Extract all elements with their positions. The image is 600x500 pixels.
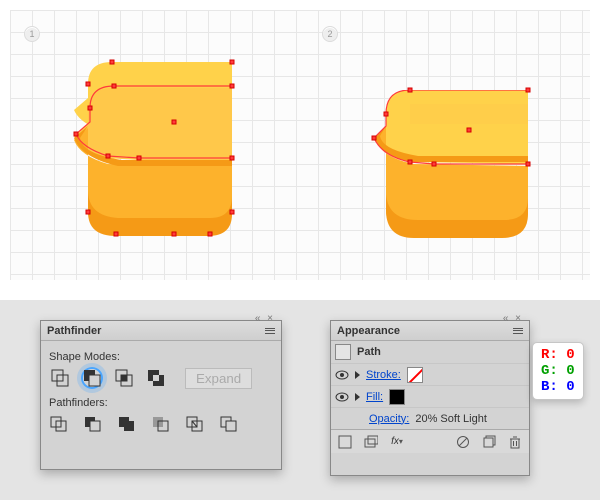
step-badge-2: 2 (322, 26, 338, 42)
fill-row[interactable]: Fill: (331, 385, 529, 407)
pathfinder-minus-back-icon[interactable] (219, 415, 239, 433)
pathfinder-trim-icon[interactable] (83, 415, 103, 433)
pathfinder-panel[interactable]: « × Pathfinder Shape Modes: Expand Pathf… (40, 320, 282, 470)
appearance-item-row[interactable]: Path (331, 341, 529, 363)
rgb-r-value: R: 0 (541, 347, 575, 363)
expand-triangle-icon[interactable] (355, 393, 360, 401)
opacity-row[interactable]: Opacity: 20% Soft Light (331, 407, 529, 429)
shape-mode-unite-icon[interactable] (49, 367, 71, 389)
opacity-label[interactable]: Opacity: (369, 413, 409, 425)
stroke-swatch-none-icon[interactable] (407, 367, 423, 383)
layers-icon[interactable] (363, 434, 379, 450)
vector-shape-2 (374, 90, 528, 240)
fx-icon[interactable]: fx▾ (389, 434, 405, 450)
rgb-g-value: G: 0 (541, 363, 575, 379)
pathfinder-merge-icon[interactable] (117, 415, 137, 433)
fill-label[interactable]: Fill: (366, 391, 383, 403)
shape-mode-exclude-icon[interactable] (145, 367, 167, 389)
appearance-panel[interactable]: « × Appearance Path Stroke: Fill: (330, 320, 530, 476)
appearance-panel-header[interactable]: Appearance (331, 321, 529, 341)
trash-icon[interactable] (507, 434, 523, 450)
artboard-grid: 1 2 (0, 0, 600, 280)
panels-strip: « × Pathfinder Shape Modes: Expand Pathf… (0, 300, 600, 500)
shape-mode-intersect-icon[interactable] (113, 367, 135, 389)
panel-menu-icon[interactable] (263, 324, 277, 338)
panel-menu-icon[interactable] (511, 324, 525, 338)
pathfinder-divide-icon[interactable] (49, 415, 69, 433)
new-art-icon[interactable] (337, 434, 353, 450)
duplicate-icon[interactable] (481, 434, 497, 450)
pathfinder-title: Pathfinder (47, 325, 101, 337)
appearance-title: Appearance (337, 325, 400, 337)
stroke-label[interactable]: Stroke: (366, 369, 401, 381)
visibility-eye-icon[interactable] (335, 368, 349, 382)
visibility-eye-icon[interactable] (335, 390, 349, 404)
pathfinder-outline-icon[interactable] (185, 415, 205, 433)
vector-shape-1 (74, 62, 232, 242)
shape-modes-label: Shape Modes: (49, 351, 273, 363)
rgb-b-value: B: 0 (541, 379, 575, 395)
rgb-tooltip: R: 0 G: 0 B: 0 (532, 342, 584, 400)
item-thumbnail-icon (335, 344, 351, 360)
appearance-footer: fx▾ (331, 429, 529, 453)
pathfinder-crop-icon[interactable] (151, 415, 171, 433)
pathfinder-panel-header[interactable]: Pathfinder (41, 321, 281, 341)
appearance-item-label: Path (357, 346, 381, 358)
pathfinders-label: Pathfinders: (49, 397, 273, 409)
expand-triangle-icon[interactable] (355, 371, 360, 379)
stroke-row[interactable]: Stroke: (331, 363, 529, 385)
pathfinders-row (49, 415, 273, 433)
shape-modes-row: Expand (49, 367, 273, 389)
fill-swatch-black-icon[interactable] (389, 389, 405, 405)
opacity-value: 20% Soft Light (415, 413, 487, 425)
clear-appearance-icon[interactable] (455, 434, 471, 450)
expand-button[interactable]: Expand (185, 368, 252, 389)
step-badge-1: 1 (24, 26, 40, 42)
shape-mode-minus-front-icon[interactable] (81, 367, 103, 389)
